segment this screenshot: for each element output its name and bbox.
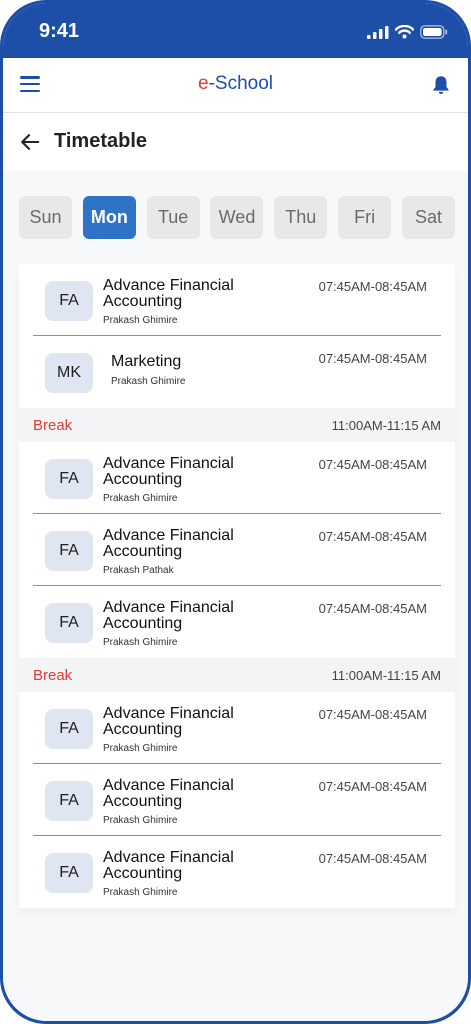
- class-entry[interactable]: FA Advance Financial Accounting Prakash Gh…: [19, 692, 455, 764]
- signal-icon: [367, 25, 389, 39]
- brand-name: -School: [208, 73, 273, 94]
- subject-name: Advance Financial Accounting: [103, 777, 234, 810]
- timetable-list: FA Advance Financial Accounting Prakash Gh…: [19, 264, 455, 908]
- teacher-name: Prakash Ghimire: [103, 887, 178, 898]
- status-time: 9:41: [39, 20, 80, 42]
- teacher-name: Prakash Pathak: [103, 565, 174, 576]
- subject-name: Advance Financial Accounting: [103, 277, 234, 310]
- subject-badge: FA: [45, 459, 93, 499]
- class-time: 07:45AM-08:45AM: [318, 457, 427, 472]
- subject-badge: FA: [45, 603, 93, 643]
- break-label: Break: [33, 667, 73, 684]
- teacher-name: Prakash Ghimire: [103, 637, 178, 648]
- subject-badge: FA: [45, 709, 93, 749]
- app-bar: e-School: [3, 58, 468, 113]
- brand-prefix: e: [198, 73, 209, 94]
- day-tab-wed[interactable]: Wed: [210, 196, 264, 239]
- day-selector: Sun Mon Tue Wed Thu Fri Sat: [19, 196, 455, 242]
- day-tab-sun[interactable]: Sun: [19, 196, 72, 239]
- subject-badge: FA: [45, 531, 93, 571]
- teacher-name: Prakash Ghimire: [111, 376, 186, 387]
- brand-logo: e-School: [3, 73, 468, 95]
- subject-badge: FA: [45, 781, 93, 821]
- class-time: 07:45AM-08:45AM: [318, 601, 427, 616]
- class-entry[interactable]: FA Advance Financial Accounting Prakash Gh…: [19, 442, 455, 514]
- subject-name: Marketing: [111, 353, 182, 370]
- screen: 9:41 e-School Timetable Sun Mon Tue Wed …: [3, 3, 468, 1021]
- teacher-name: Prakash Ghimire: [103, 815, 178, 826]
- class-entry[interactable]: FA Advance Financial Accounting Prakash Gh…: [19, 764, 455, 836]
- status-icons: [367, 25, 448, 39]
- day-tab-mon[interactable]: Mon: [82, 196, 136, 239]
- break-row: Break 11:00AM-11:15 AM: [19, 658, 455, 692]
- teacher-name: Prakash Ghimire: [103, 743, 178, 754]
- break-time: 11:00AM-11:15 AM: [331, 668, 441, 683]
- day-tab-sat[interactable]: Sat: [401, 196, 455, 239]
- status-bar: 9:41: [3, 3, 468, 58]
- break-time: 11:00AM-11:15 AM: [331, 418, 441, 433]
- break-label: Break: [33, 417, 73, 434]
- break-row: Break 11:00AM-11:15 AM: [19, 408, 455, 442]
- arrow-left-icon[interactable]: [19, 131, 41, 153]
- class-entry[interactable]: MK Marketing Prakash Ghimire 07:45AM-08:45A…: [19, 336, 455, 408]
- class-time: 07:45AM-08:45AM: [318, 707, 427, 722]
- day-tab-fri[interactable]: Fri: [338, 196, 392, 239]
- teacher-name: Prakash Ghimire: [103, 315, 178, 326]
- class-entry[interactable]: FA Advance Financial Accounting Prakash Gh…: [19, 264, 455, 336]
- page-header: Timetable: [3, 113, 468, 171]
- subject-badge: MK: [45, 353, 93, 393]
- page-title: Timetable: [54, 130, 147, 152]
- subject-badge: FA: [45, 281, 93, 321]
- class-time: 07:45AM-08:45AM: [318, 529, 427, 544]
- wifi-icon: [395, 25, 414, 39]
- subject-name: Advance Financial Accounting: [103, 599, 234, 632]
- bell-icon[interactable]: [430, 74, 452, 96]
- phone-frame: 9:41 e-School Timetable Sun Mon Tue Wed …: [0, 0, 471, 1024]
- day-tab-tue[interactable]: Tue: [146, 196, 200, 239]
- class-entry[interactable]: FA Advance Financial Accounting Prakash Gh…: [19, 836, 455, 908]
- class-entry[interactable]: FA Advance Financial Accounting Prakash Pa…: [19, 514, 455, 586]
- class-time: 07:45AM-08:45AM: [318, 779, 427, 794]
- class-time: 07:45AM-08:45AM: [318, 351, 427, 366]
- class-time: 07:45AM-08:45AM: [318, 851, 427, 866]
- class-entry[interactable]: FA Advance Financial Accounting Prakash Gh…: [19, 586, 455, 658]
- subject-badge: FA: [45, 853, 93, 893]
- class-time: 07:45AM-08:45AM: [318, 279, 427, 294]
- battery-icon: [420, 25, 448, 39]
- subject-name: Advance Financial Accounting: [103, 705, 234, 738]
- subject-name: Advance Financial Accounting: [103, 527, 234, 560]
- subject-name: Advance Financial Accounting: [103, 455, 234, 488]
- day-tab-thu[interactable]: Thu: [274, 196, 328, 239]
- subject-name: Advance Financial Accounting: [103, 849, 234, 882]
- teacher-name: Prakash Ghimire: [103, 493, 178, 504]
